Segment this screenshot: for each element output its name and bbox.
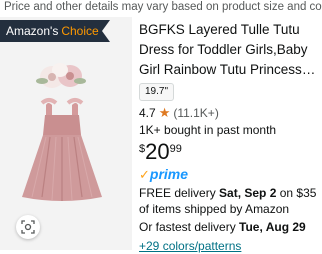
- rating-count[interactable]: (11.1K+): [173, 105, 218, 121]
- delivery-info: FREE delivery Sat, Sep 2 on $35 of items…: [139, 185, 320, 217]
- price: $20 99: [139, 141, 320, 163]
- delivery-prefix: FREE delivery: [139, 186, 220, 200]
- badge-label: Choice: [61, 24, 99, 38]
- fastest-date: Tue, Aug 29: [239, 220, 306, 234]
- badge-brand: Amazon's: [6, 24, 59, 38]
- product-info: BGFKS Layered Tulle Tutu Dress for Toddl…: [139, 17, 320, 254]
- star-icon: ★: [158, 105, 171, 120]
- product-image[interactable]: [12, 57, 112, 207]
- product-title[interactable]: BGFKS Layered Tulle Tutu Dress for Toddl…: [139, 20, 320, 80]
- amazons-choice-badge: Amazon's Choice: [0, 20, 110, 42]
- fastest-delivery-info: Or fastest delivery Tue, Aug 29: [139, 219, 320, 235]
- price-disclaimer: Price and other details may vary based o…: [4, 1, 322, 13]
- visual-search-icon: [21, 220, 35, 234]
- colors-patterns-link[interactable]: +29 colors/patterns: [139, 238, 320, 254]
- rating-row[interactable]: 4.7 ★ (11.1K+): [139, 105, 320, 121]
- prime-word: prime: [149, 166, 189, 182]
- price-fraction: 99: [169, 143, 182, 155]
- visual-search-button[interactable]: [16, 215, 40, 239]
- prime-badge: ✓ prime: [139, 166, 320, 182]
- rating-value: 4.7: [139, 106, 156, 120]
- price-whole: 20: [145, 139, 170, 164]
- product-image-pane[interactable]: Amazon's Choice: [0, 17, 132, 250]
- prime-check-icon: ✓: [139, 166, 150, 182]
- product-card[interactable]: Amazon's Choice BGFKS Layered Tulle Tutu…: [0, 17, 322, 253]
- size-option-chip[interactable]: 19.7": [139, 83, 175, 101]
- fastest-prefix: Or fastest delivery: [139, 220, 240, 234]
- delivery-date: Sat, Sep 2: [219, 186, 277, 200]
- bought-count: 1K+ bought in past month: [139, 123, 277, 137]
